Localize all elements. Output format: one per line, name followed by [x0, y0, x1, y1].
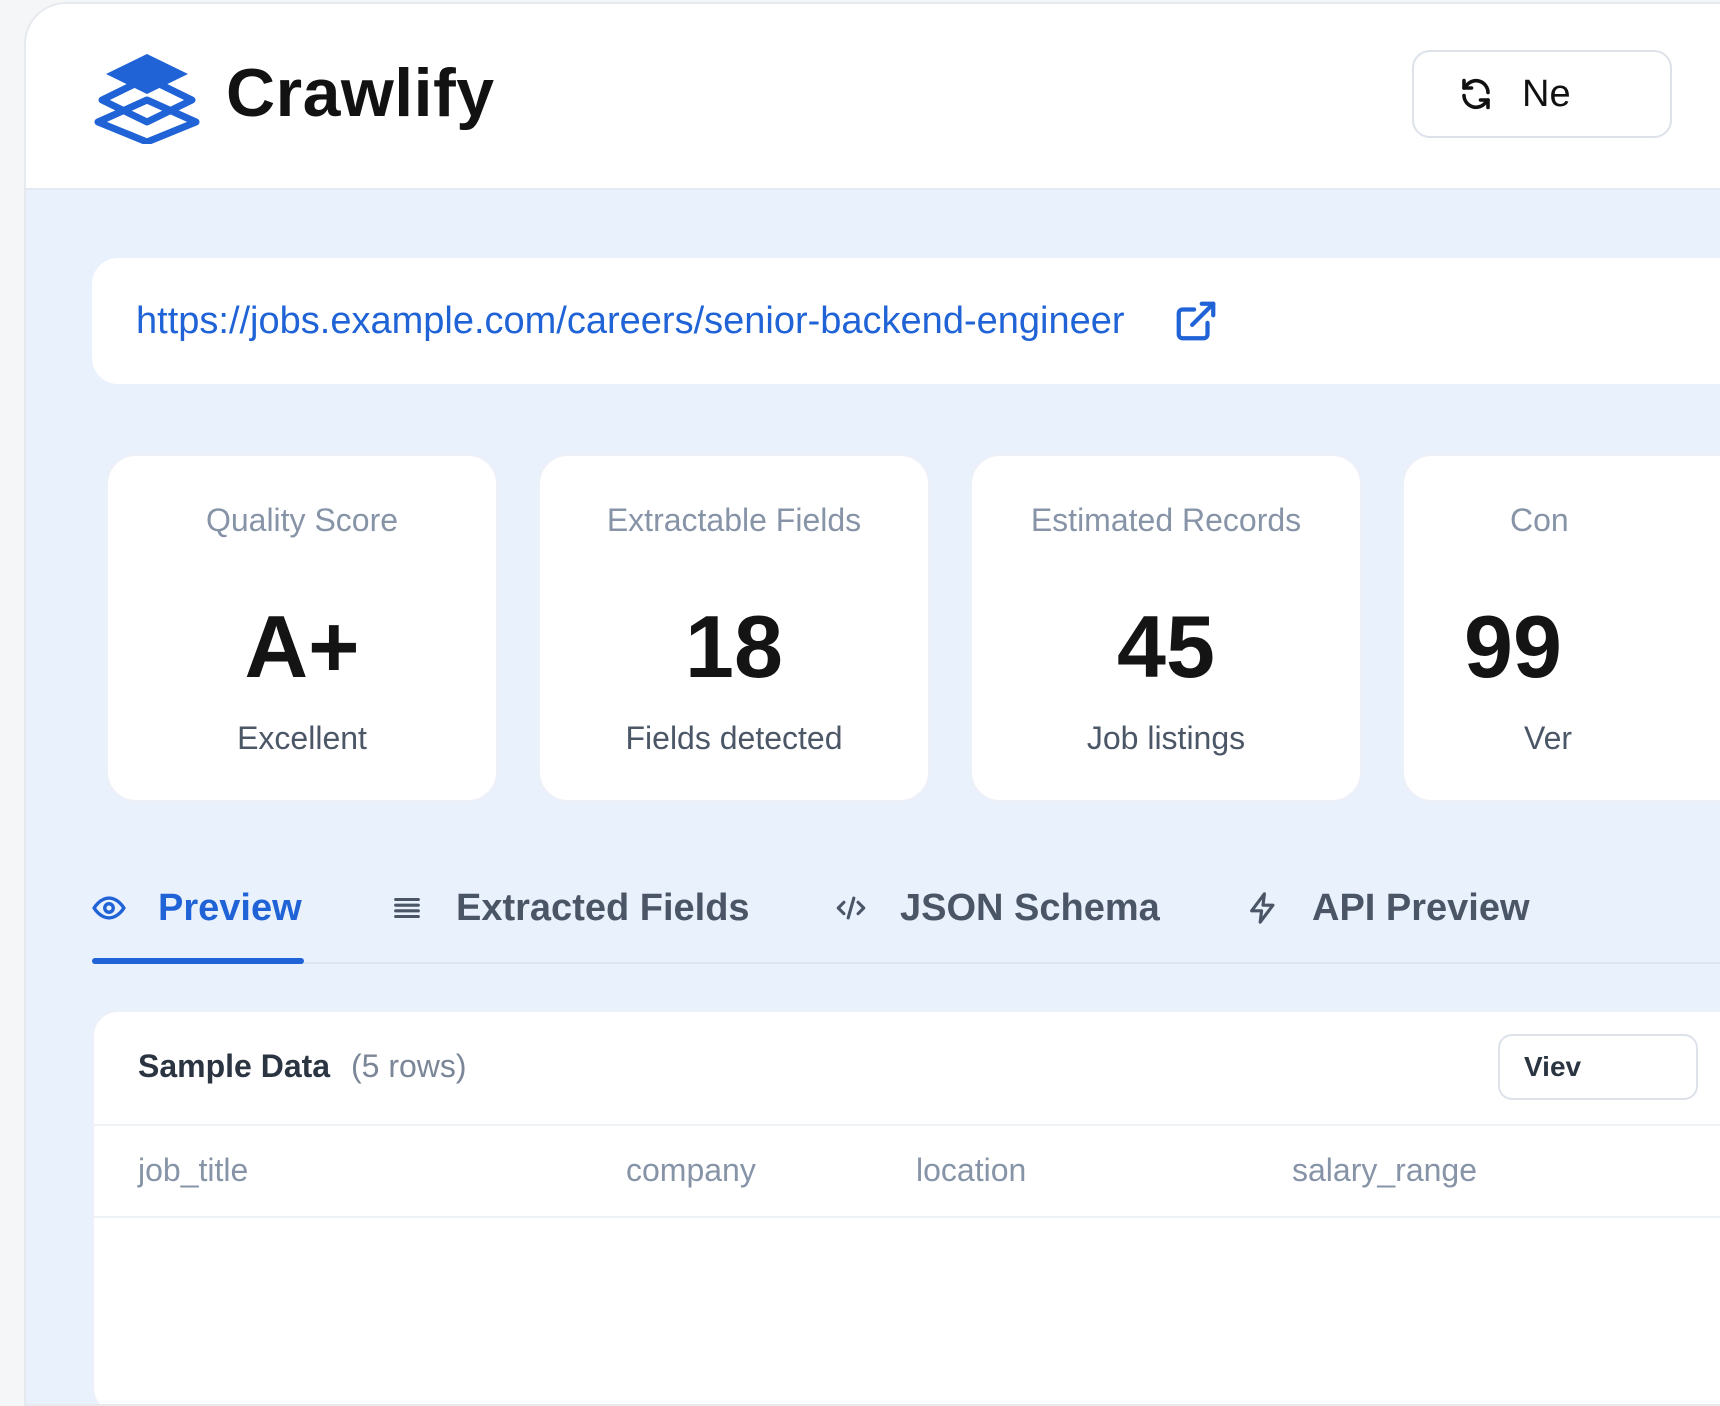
tab-preview[interactable]: Preview [92, 854, 304, 964]
tab-label: API Preview [1312, 886, 1530, 929]
stat-sub: Ver [1524, 720, 1573, 756]
bolt-icon [1250, 892, 1275, 924]
table-header-row: job_title company location salary_range [94, 1124, 1720, 1218]
stat-label: Extractable Fields [606, 502, 862, 538]
stat-value: 45 [1117, 597, 1215, 696]
eye-icon [92, 896, 126, 920]
active-tab-indicator [92, 958, 304, 964]
sample-row-count: (5 rows) [350, 1048, 467, 1084]
code-icon [836, 896, 866, 920]
tab-extracted-fields[interactable]: Extracted Fields [390, 854, 750, 962]
view-button[interactable]: Viev [1498, 1034, 1698, 1100]
tab-bar: Preview Extracted Fields JSON Schema API… [92, 854, 1720, 964]
stat-label: Quality Score [205, 502, 399, 538]
column-header-salary-range[interactable]: salary_range [1292, 1152, 1477, 1189]
list-icon [394, 897, 420, 919]
stat-card-fields: Extractable Fields 18 Fields detected [538, 454, 930, 802]
stat-sub: Fields detected [625, 720, 843, 756]
stat-sub: Excellent [237, 720, 367, 756]
brand-name: Crawlify [226, 55, 495, 131]
stat-value: A+ [244, 597, 360, 696]
stat-sub: Job listings [1086, 720, 1246, 756]
url-bar: https://jobs.example.com/careers/senior-… [92, 258, 1720, 384]
stat-label: Estimated Records [1030, 502, 1302, 538]
tab-api-preview[interactable]: API Preview [1246, 854, 1530, 962]
column-header-location[interactable]: location [916, 1152, 1026, 1189]
tab-json-schema[interactable]: JSON Schema [834, 854, 1160, 962]
stat-value: 18 [685, 597, 783, 696]
sample-data-card: Sample Data (5 rows) Viev job_title comp… [92, 1010, 1720, 1404]
stat-value: 99 [1464, 597, 1562, 696]
stat-card-records: Estimated Records 45 Job listings [970, 454, 1362, 802]
column-header-job-title[interactable]: job_title [138, 1152, 248, 1189]
app-header: Crawlify Ne [26, 4, 1720, 190]
new-button[interactable]: Ne [1412, 50, 1672, 138]
tab-label: JSON Schema [900, 886, 1160, 929]
refresh-icon [1462, 78, 1490, 110]
new-button-label: Ne [1522, 72, 1571, 115]
target-url-link[interactable]: https://jobs.example.com/careers/senior-… [136, 300, 1125, 343]
sample-data-header: Sample Data (5 rows) [138, 1048, 467, 1085]
layers-logo-icon [94, 54, 200, 144]
tab-label: Extracted Fields [456, 886, 750, 929]
app-window: Crawlify Ne https://jobs.example.com/car… [24, 2, 1720, 1406]
external-link-icon[interactable] [1173, 298, 1219, 344]
stat-card-confidence: Con 99 Ver [1402, 454, 1720, 802]
column-header-company[interactable]: company [626, 1152, 756, 1189]
stat-label: Con [1510, 502, 1569, 538]
tab-label: Preview [158, 886, 302, 929]
sample-data-title: Sample Data [138, 1048, 331, 1084]
stat-card-quality: Quality Score A+ Excellent [106, 454, 498, 802]
